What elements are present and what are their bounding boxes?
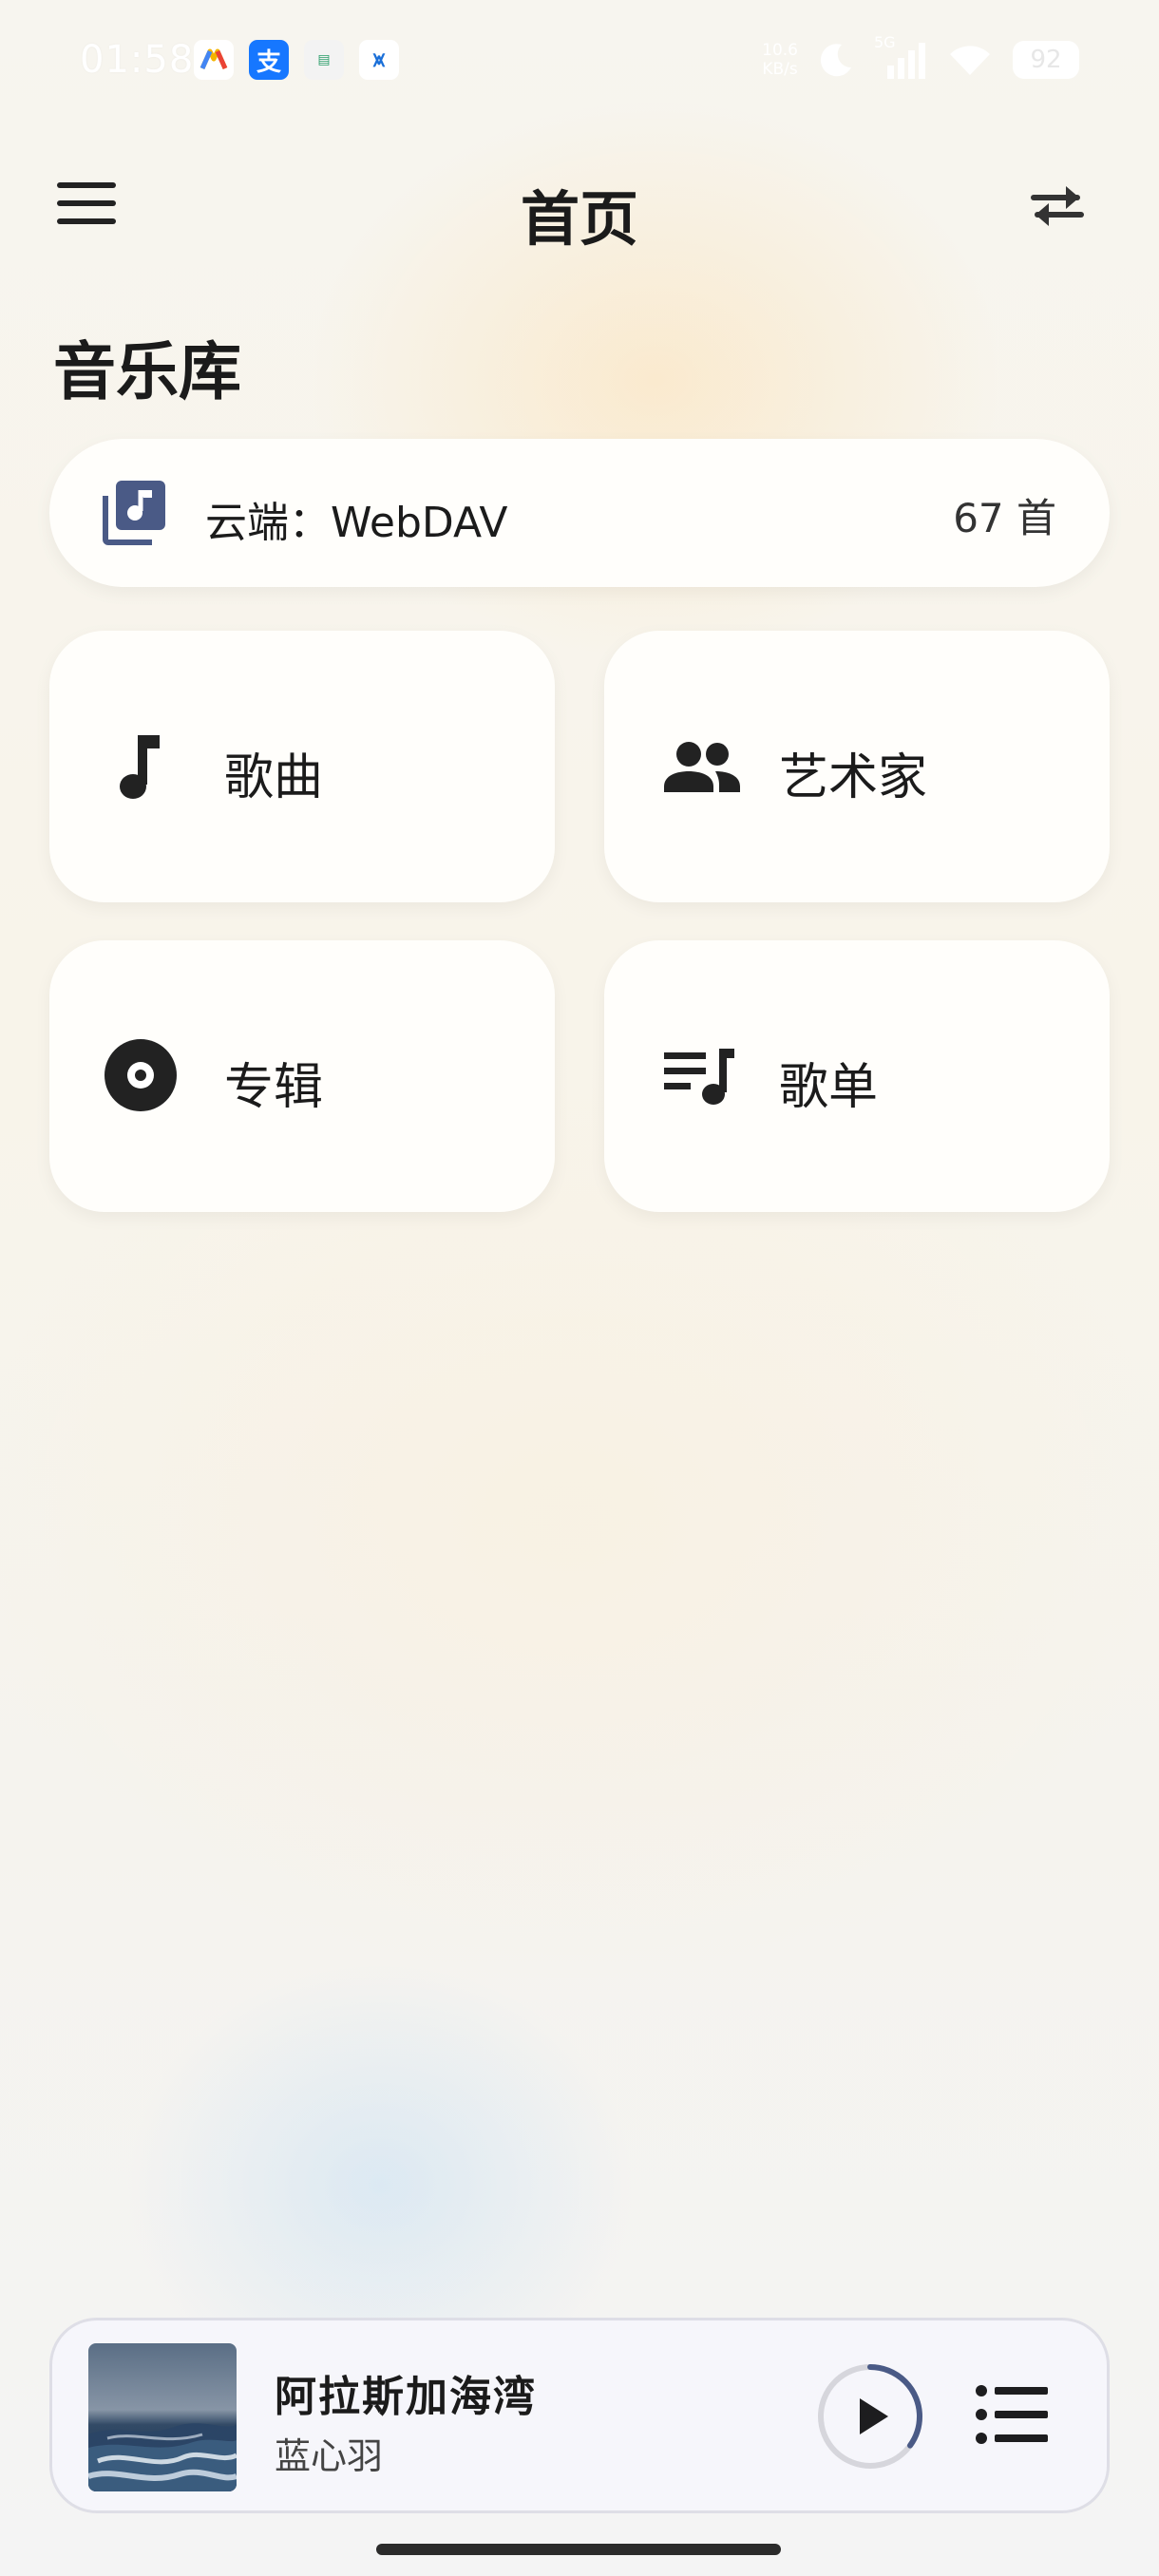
queue-list-icon[interactable]: [974, 2381, 1050, 2448]
home-indicator[interactable]: [376, 2544, 781, 2555]
moon-icon: [820, 44, 851, 77]
status-bar: 01:58 支 ▤ ⩙ 10.6 KB/s 5G 92: [0, 0, 1159, 123]
swap-arrows-icon[interactable]: [1026, 177, 1089, 234]
tile-playlists-label: 歌单: [779, 1059, 879, 1116]
status-indicators: 10.6 KB/s 5G 92: [762, 33, 1079, 84]
app-notification-icon: ▤: [304, 40, 344, 80]
app-notification-icon: [194, 40, 234, 80]
tile-songs[interactable]: 歌曲: [49, 631, 555, 902]
people-icon: [664, 742, 740, 792]
music-note-icon: [120, 735, 160, 799]
source-label: 云端：WebDAV: [205, 499, 508, 547]
tile-albums[interactable]: 专辑: [49, 940, 555, 1212]
signal-icon: 5G: [874, 33, 927, 81]
library-music-icon: [103, 481, 165, 545]
battery-indicator: 92: [1013, 41, 1079, 79]
playlist-icon: [664, 1049, 734, 1105]
tile-songs-label: 歌曲: [224, 749, 324, 806]
net-speed: 10.6 KB/s: [762, 41, 798, 79]
app-notification-icon: ⩙: [359, 40, 399, 80]
page-title: 首页: [520, 184, 638, 254]
tile-albums-label: 专辑: [224, 1059, 324, 1116]
song-count: 67 首: [953, 495, 1056, 541]
tile-artists[interactable]: 艺术家: [604, 631, 1110, 902]
now-playing-artist: 蓝心羽: [275, 2435, 384, 2477]
now-playing-title: 阿拉斯加海湾: [275, 2373, 537, 2421]
wifi-icon: [950, 46, 990, 75]
alipay-icon: 支: [249, 40, 289, 80]
library-section-title: 音乐库: [53, 335, 241, 408]
mini-player[interactable]: 阿拉斯加海湾 蓝心羽: [49, 2318, 1110, 2513]
tile-playlists[interactable]: 歌单: [604, 940, 1110, 1212]
play-icon: [860, 2398, 888, 2434]
library-source-card[interactable]: 云端：WebDAV 67 首: [49, 439, 1110, 587]
play-button[interactable]: [816, 2362, 924, 2471]
album-cover[interactable]: [88, 2343, 237, 2491]
status-time: 01:58: [80, 38, 195, 82]
tile-artists-label: 艺术家: [779, 749, 928, 806]
album-disc-icon: [104, 1039, 177, 1111]
